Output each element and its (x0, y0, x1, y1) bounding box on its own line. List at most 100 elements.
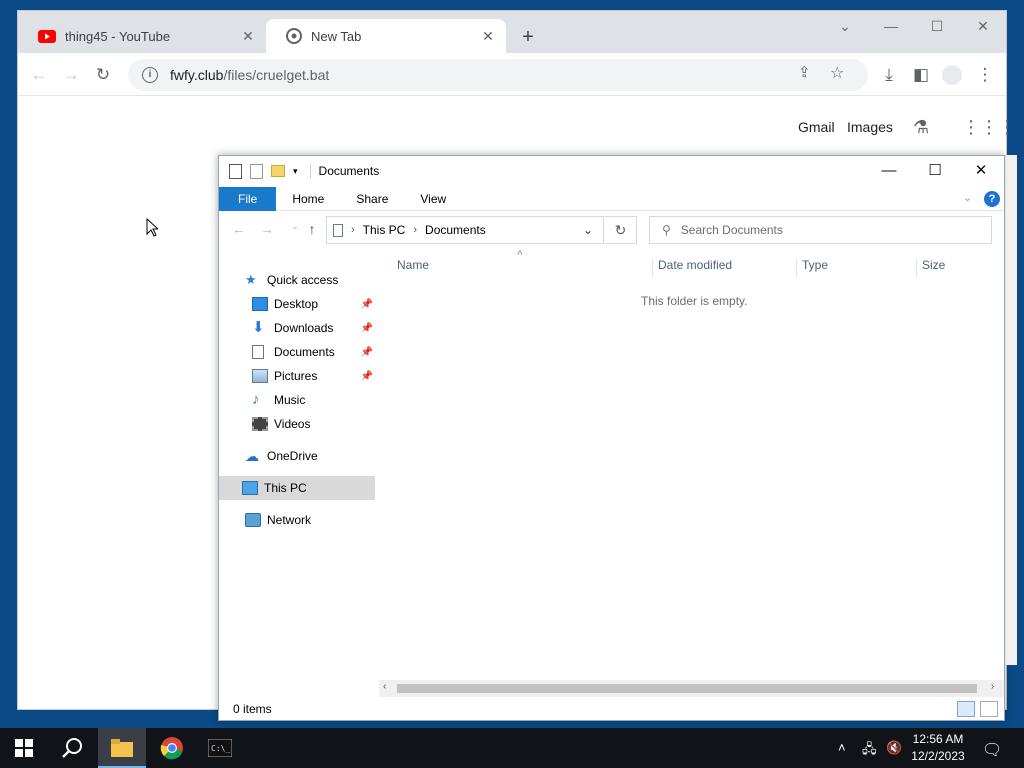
taskbar-command-prompt[interactable]: C:\_ (196, 728, 244, 768)
address-row: ← → ⌄ ↑ › This PC › Documents ⌄ ↻ ⚲ Sear… (219, 212, 1004, 248)
clock[interactable]: 12:56 AM 12/2/2023 (900, 731, 976, 765)
large-icons-view-icon[interactable] (980, 701, 998, 717)
nav-onedrive[interactable]: ☁ OneDrive (219, 444, 375, 468)
clock-date: 12/2/2023 (911, 749, 965, 763)
column-header-name[interactable]: Name (392, 258, 652, 278)
bookmark-star-icon[interactable]: ☆ (830, 63, 844, 83)
horizontal-scrollbar[interactable]: ‹ › (379, 680, 1004, 697)
nav-videos[interactable]: Videos (219, 412, 375, 436)
images-link[interactable]: Images (847, 119, 893, 135)
share-icon[interactable]: ⇪ (798, 63, 811, 81)
file-list: ˄ Name Date modified Type Size This fold… (379, 248, 1004, 678)
close-tab-icon[interactable]: ✕ (480, 28, 496, 45)
column-header-date-modified[interactable]: Date modified (652, 258, 796, 278)
address-bar[interactable]: i fwfy.club/files/cruelget.bat ⇪ ☆ (128, 59, 868, 91)
music-note-icon: ♪ (252, 391, 260, 408)
svg-text:C:\_: C:\_ (211, 744, 230, 753)
new-tab-button[interactable]: + (515, 25, 541, 51)
address-dropdown-icon[interactable]: ⌄ (583, 223, 593, 237)
site-info-icon[interactable]: i (142, 67, 158, 83)
back-icon[interactable]: ← (26, 62, 52, 88)
tab-new-tab[interactable]: New Tab ✕ (266, 19, 506, 53)
terminal-icon: C:\_ (207, 738, 233, 758)
maximize-button[interactable]: ☐ (914, 11, 960, 41)
star-icon: ★ (245, 272, 257, 287)
search-input[interactable]: ⚲ Search Documents (649, 216, 992, 244)
refresh-icon[interactable]: ↻ (605, 216, 637, 244)
nav-downloads[interactable]: ⬇ Downloads 📌 (219, 316, 375, 340)
minimize-button[interactable]: — (868, 11, 914, 41)
gmail-link[interactable]: Gmail (798, 119, 835, 135)
show-hidden-icons[interactable]: ˄ (838, 740, 846, 755)
scroll-right-icon[interactable]: › (991, 681, 994, 692)
nav-pictures[interactable]: Pictures 📌 (219, 364, 375, 388)
qat-dropdown-icon[interactable]: ▾ (293, 166, 298, 177)
notifications-icon[interactable]: 🗨 (982, 740, 1002, 760)
nav-this-pc[interactable]: This PC (219, 476, 375, 500)
column-header-size[interactable]: Size (916, 258, 994, 278)
cloud-icon: ☁ (245, 448, 259, 464)
url-path: /files/cruelget.bat (223, 67, 330, 83)
windows-logo-icon (15, 739, 33, 757)
close-button[interactable]: ✕ (958, 156, 1004, 186)
nav-quick-access[interactable]: ★ Quick access (219, 268, 375, 292)
forward-icon[interactable]: → (257, 221, 277, 239)
url-domain: fwfy.club (170, 67, 224, 83)
close-tab-icon[interactable]: ✕ (240, 28, 256, 45)
nav-desktop[interactable]: Desktop 📌 (219, 292, 375, 316)
start-button[interactable] (0, 728, 48, 768)
tab-search-icon[interactable]: ⌄ (822, 11, 868, 41)
window-title: Documents (309, 164, 379, 178)
nav-network[interactable]: Network (219, 508, 375, 532)
browser-scrollbar[interactable] (1005, 155, 1017, 665)
file-explorer-window: ▾ Documents — ☐ ✕ File Home Share View ⌄… (218, 155, 1005, 721)
menu-icon[interactable]: ⋮ (972, 62, 998, 88)
tab-youtube[interactable]: thing45 - YouTube ✕ (18, 19, 266, 53)
checkbox-icon[interactable] (250, 163, 263, 179)
scrollbar-thumb[interactable] (397, 684, 977, 693)
item-count: 0 items (233, 702, 272, 716)
search-icon: ⚲ (662, 223, 671, 237)
help-icon[interactable]: ? (984, 191, 1000, 207)
details-view-icon[interactable] (957, 701, 975, 717)
tab-title: thing45 - YouTube (65, 28, 171, 44)
search-button[interactable] (48, 728, 96, 768)
up-icon[interactable]: ↑ (302, 221, 322, 239)
ribbon-tab-file[interactable]: File (219, 186, 277, 211)
labs-flask-icon[interactable]: ⚗ (913, 117, 929, 138)
side-panel-icon[interactable]: ◧ (908, 62, 934, 88)
youtube-icon (38, 29, 56, 43)
empty-folder-message: This folder is empty. (641, 294, 748, 308)
taskbar-file-explorer[interactable] (98, 728, 146, 768)
taskbar-chrome[interactable] (148, 728, 196, 768)
profile-avatar-icon[interactable] (942, 65, 962, 85)
maximize-button[interactable]: ☐ (912, 156, 958, 186)
address-bar[interactable]: › This PC › Documents ⌄ (326, 216, 604, 244)
status-bar: 0 items (219, 698, 1004, 720)
pin-icon: 📌 (360, 346, 373, 358)
back-icon[interactable]: ← (229, 221, 249, 239)
nav-music[interactable]: ♪ Music (219, 388, 375, 412)
explorer-titlebar: ▾ Documents — ☐ ✕ (219, 156, 1004, 186)
desktop-icon (252, 297, 268, 311)
documents-icon (333, 223, 343, 237)
ribbon-tab-view[interactable]: View (404, 187, 462, 211)
close-button[interactable]: ✕ (960, 11, 1006, 41)
download-icon[interactable]: ⤓ (876, 62, 902, 88)
network-tray-icon[interactable]: 🖧 (862, 740, 877, 762)
column-header-type[interactable]: Type (796, 258, 916, 278)
reload-icon[interactable]: ↻ (90, 62, 116, 88)
breadcrumb-this-pc[interactable]: This PC (363, 223, 406, 237)
breadcrumb-documents[interactable]: Documents (425, 223, 486, 237)
ribbon-tab-home[interactable]: Home (276, 187, 340, 211)
new-folder-icon[interactable] (271, 165, 285, 177)
scroll-left-icon[interactable]: ‹ (383, 681, 386, 692)
apps-grid-icon[interactable]: ⋮⋮⋮ (962, 117, 1016, 138)
properties-icon[interactable] (229, 163, 242, 179)
nav-documents[interactable]: Documents 📌 (219, 340, 375, 364)
forward-icon[interactable]: → (58, 62, 84, 88)
minimize-button[interactable]: — (866, 156, 912, 186)
ribbon-tab-share[interactable]: Share (340, 187, 404, 211)
expand-ribbon-icon[interactable]: ⌄ (963, 191, 972, 204)
tab-strip: thing45 - YouTube ✕ New Tab ✕ + ⌄ — ☐ ✕ (18, 11, 1006, 53)
